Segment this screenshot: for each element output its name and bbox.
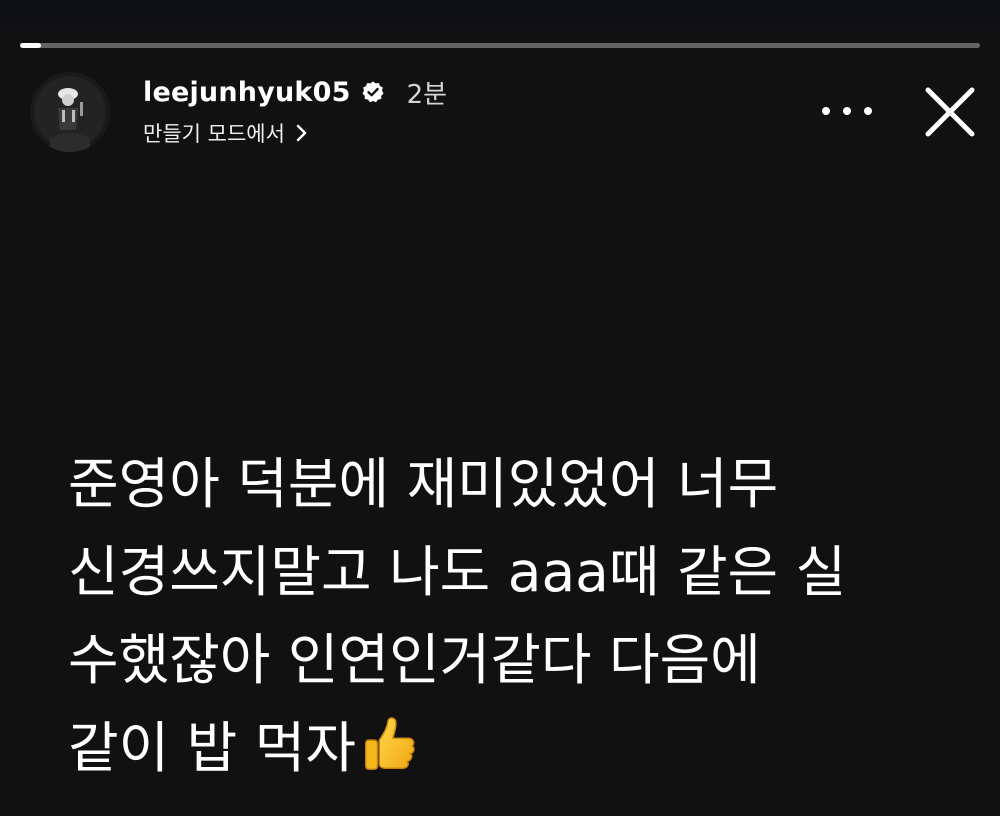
story-text-line-last: 같이 밥 먹자 bbox=[68, 704, 968, 792]
more-options-button[interactable] bbox=[822, 98, 872, 124]
creation-mode-label: 만들기 모드에서 bbox=[143, 122, 285, 146]
more-dot bbox=[843, 107, 851, 115]
story-progress-bar bbox=[20, 43, 980, 48]
thumbs-up-icon bbox=[364, 717, 415, 770]
creation-mode-link[interactable]: 만들기 모드에서 bbox=[143, 118, 447, 148]
story-text-line: 신경쓰지말고 나도 aaa때 같은 실 bbox=[68, 540, 847, 604]
story-text-line: 같이 밥 먹자 bbox=[68, 716, 356, 780]
top-shade bbox=[0, 0, 1000, 40]
chevron-right-icon bbox=[296, 124, 307, 142]
story-viewer: leejunhyuk05 2분 만들기 모드에서 준영아 덕분에 재미있었어 너… bbox=[0, 0, 1000, 816]
more-horizontal-icon bbox=[822, 107, 830, 115]
close-icon bbox=[925, 87, 975, 137]
verified-badge-icon bbox=[361, 80, 385, 104]
profile-avatar[interactable] bbox=[30, 72, 110, 152]
story-text-line: 수했잖아 인연인거같다 다음에 bbox=[68, 628, 761, 692]
story-text: 준영아 덕분에 재미있었어 너무 신경쓰지말고 나도 aaa때 같은 실 수했잖… bbox=[68, 440, 968, 792]
close-button[interactable] bbox=[922, 84, 978, 140]
more-dot bbox=[864, 107, 872, 115]
story-text-line: 준영아 덕분에 재미있었어 너무 bbox=[68, 452, 779, 516]
story-header: leejunhyuk05 2분 만들기 모드에서 bbox=[143, 72, 447, 148]
username[interactable]: leejunhyuk05 bbox=[143, 77, 351, 108]
avatar-photo-icon bbox=[30, 72, 110, 152]
story-progress-fill bbox=[20, 43, 42, 48]
post-time: 2분 bbox=[406, 79, 448, 110]
